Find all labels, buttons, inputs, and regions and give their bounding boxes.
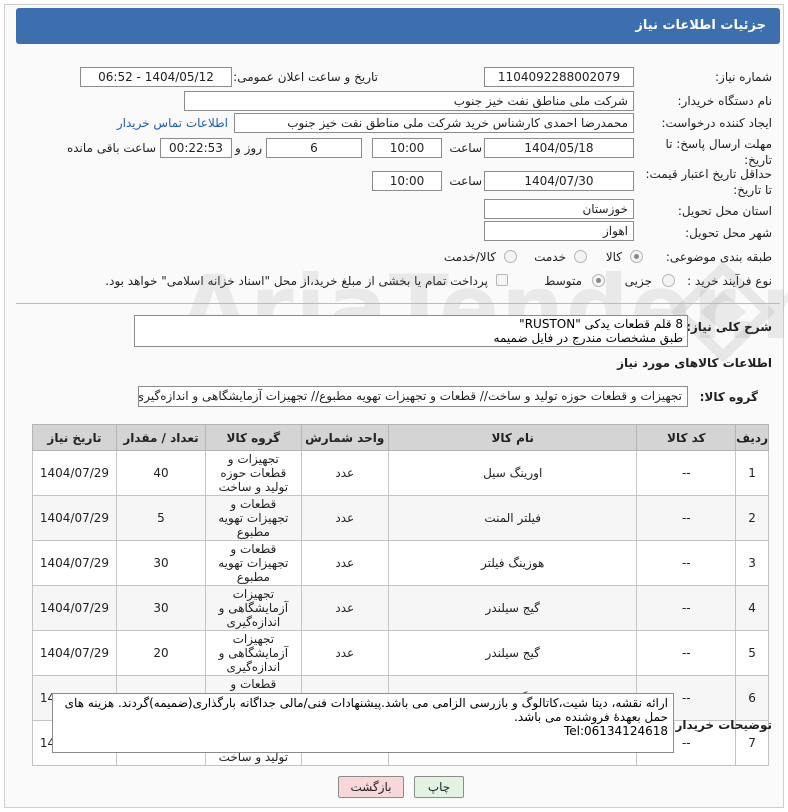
row-index: 1: [735, 450, 769, 496]
row-unit: عدد: [300, 540, 389, 586]
row-date: 1404/07/29: [32, 450, 117, 496]
announce-label: تاریخ و ساعت اعلان عمومی:: [233, 70, 378, 84]
days-field[interactable]: 6: [266, 138, 362, 158]
back-button[interactable]: بازگشت: [338, 776, 404, 798]
row-qty: 40: [115, 450, 207, 496]
print-button[interactable]: چاپ: [414, 776, 464, 798]
deadline-time-field[interactable]: 10:00: [372, 138, 442, 158]
description-label: شرح کلی نیاز:: [686, 320, 772, 334]
row-unit: عدد: [300, 585, 389, 631]
row-unit: عدد: [300, 450, 389, 496]
province-label: استان محل تحویل:: [677, 204, 772, 218]
table-row: 5 -- گیج سیلندر عدد تجهیزات آزمایشگاهی و…: [32, 630, 769, 676]
items-table-header: ردیف کد کالا نام کالا واحد شمارش گروه کا…: [32, 424, 769, 451]
table-row: 3 -- هوزینگ فیلتر عدد قطعات و تجهیزات ته…: [32, 540, 769, 586]
price-validity-label: حداقل تاریخ اعتبار قیمت: تا تاریخ:: [645, 167, 772, 197]
buyer-notes-textarea[interactable]: ارائه نقشه، دیتا شیت،کاتالوگ و بازرسی ال…: [52, 693, 674, 753]
creator-field[interactable]: محمدرضا احمدی کارشناس خرید شرکت ملی مناط…: [234, 113, 634, 133]
row-qty: 30: [115, 540, 207, 586]
col-date-header: تاریخ نیاز: [32, 424, 117, 451]
watermark-logo-icon: [670, 262, 776, 362]
deadline-time-label: ساعت: [449, 141, 482, 155]
row-name: هوزینگ فیلتر: [387, 540, 638, 586]
goods-section-title: اطلاعات کالاهای مورد نیاز: [617, 356, 772, 370]
row-code: --: [636, 630, 737, 676]
table-row: 4 -- گیج سیلندر عدد تجهیزات آزمایشگاهی و…: [32, 585, 769, 631]
goods-group-field[interactable]: تجهیزات و قطعات حوزه تولید و ساخت// قطعا…: [138, 386, 688, 407]
need-number-label: شماره نیاز:: [715, 70, 772, 84]
col-qty-header: تعداد / مقدار: [115, 424, 207, 451]
goods-group-label: گروه کالا:: [699, 390, 758, 404]
row-qty: 5: [115, 495, 207, 541]
remaining-time-field[interactable]: 00:22:53: [160, 138, 232, 158]
row-qty: 20: [115, 630, 207, 676]
col-unit-header: واحد شمارش: [300, 424, 389, 451]
row-name: اورینگ سیل: [387, 450, 638, 496]
row-group: قطعات و تجهیزات تهویه مطبوع: [205, 495, 302, 541]
city-label: شهر محل تحویل:: [685, 226, 772, 240]
need-number-field[interactable]: 1104092288002079: [484, 67, 634, 87]
days-label: روز و: [235, 141, 262, 155]
creator-label: ایجاد کننده درخواست:: [661, 116, 772, 130]
row-code: --: [636, 540, 737, 586]
city-field[interactable]: اهواز: [484, 221, 634, 241]
price-validity-time-label: ساعت: [449, 174, 482, 188]
announce-field[interactable]: 1404/05/12 - 06:52: [80, 67, 232, 87]
row-group: تجهیزات آزمایشگاهی و اندازه‌گیری: [205, 585, 302, 631]
deadline-label: مهلت ارسال پاسخ: تا تاریخ:: [665, 137, 772, 167]
row-code: --: [636, 585, 737, 631]
buyer-org-field[interactable]: شرکت ملی مناطق نفت خیز جنوب: [184, 91, 634, 111]
row-code: --: [636, 495, 737, 541]
row-unit: عدد: [300, 495, 389, 541]
row-date: 1404/07/29: [32, 585, 117, 631]
row-name: گیج سیلندر: [387, 585, 638, 631]
buyer-org-label: نام دستگاه خریدار:: [677, 94, 773, 108]
row-name: گیج سیلندر: [387, 630, 638, 676]
row-group: تجهیزات و قطعات حوزه تولید و ساخت: [205, 450, 302, 496]
price-validity-time-field[interactable]: 10:00: [372, 171, 442, 191]
row-code: --: [636, 450, 737, 496]
row-index: 5: [735, 630, 769, 676]
row-unit: عدد: [300, 630, 389, 676]
table-row: 1 -- اورینگ سیل عدد تجهیزات و قطعات حوزه…: [32, 450, 769, 496]
deadline-date-field[interactable]: 1404/05/18: [484, 138, 634, 158]
remaining-label: ساعت باقی مانده: [66, 141, 156, 155]
page-header: جزئیات اطلاعات نیاز: [16, 8, 780, 44]
row-index: 3: [735, 540, 769, 586]
buyer-contact-link[interactable]: اطلاعات تماس خریدار: [117, 116, 228, 130]
price-validity-date-field[interactable]: 1404/07/30: [484, 171, 634, 191]
row-group: قطعات و تجهیزات تهویه مطبوع: [205, 540, 302, 586]
description-textarea[interactable]: 8 قلم قطعات یدکی "RUSTON" طبق مشخصات مند…: [134, 315, 688, 347]
row-name: فیلتر المنت: [387, 495, 638, 541]
row-date: 1404/07/29: [32, 630, 117, 676]
row-group: تجهیزات آزمایشگاهی و اندازه‌گیری: [205, 630, 302, 676]
row-index: 6: [735, 675, 769, 721]
row-qty: 30: [115, 585, 207, 631]
row-date: 1404/07/29: [32, 495, 117, 541]
row-index: 4: [735, 585, 769, 631]
buyer-notes-label: توضیحات خریدار:: [670, 718, 772, 732]
row-date: 1404/07/29: [32, 540, 117, 586]
separator-1: [16, 303, 780, 304]
col-group-header: گروه کالا: [205, 424, 302, 451]
row-index: 2: [735, 495, 769, 541]
col-idx-header: ردیف: [735, 424, 769, 451]
table-row: 2 -- فیلتر المنت عدد قطعات و تجهیزات تهو…: [32, 495, 769, 541]
col-code-header: کد کالا: [636, 424, 737, 451]
province-field[interactable]: خوزستان: [484, 199, 634, 219]
col-name-header: نام کالا: [387, 424, 638, 451]
